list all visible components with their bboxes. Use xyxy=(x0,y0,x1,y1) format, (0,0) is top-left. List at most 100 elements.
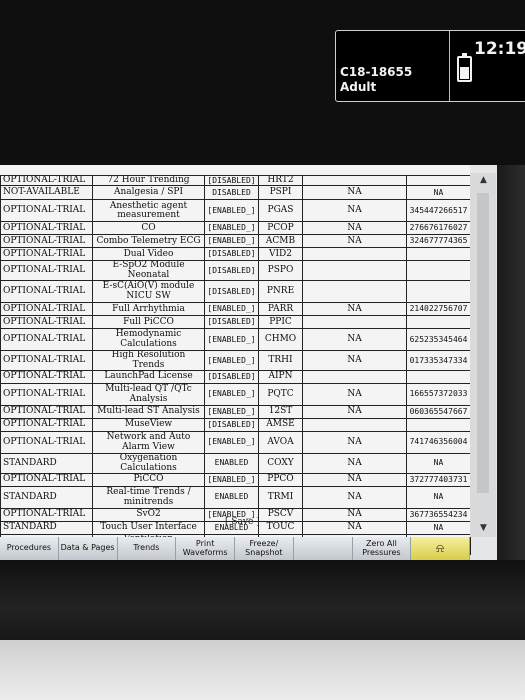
status-cell: OPTIONAL-TRIAL xyxy=(0,315,93,330)
feature-cell: Touch User Interface xyxy=(92,521,205,536)
value1-cell xyxy=(302,174,407,187)
code-cell: PPIC xyxy=(258,315,303,330)
value1-cell xyxy=(302,247,407,262)
value1-cell: NA xyxy=(302,185,407,201)
status-cell: OPTIONAL-TRIAL xyxy=(0,260,93,282)
code-cell: AMSE xyxy=(258,418,303,433)
value1-cell xyxy=(302,418,407,433)
table-row: OPTIONAL-TRIAL Combo Telemetry ECG [ENABLE… xyxy=(0,234,471,249)
value2-cell: NA xyxy=(406,521,471,536)
trends-button[interactable]: Trends xyxy=(117,537,177,560)
state-cell: [DISABLED] xyxy=(204,174,259,187)
freeze-snapshot-button[interactable]: Freeze/ Snapshot xyxy=(235,537,294,560)
value2-cell: 372777403731 xyxy=(406,473,471,488)
value2-cell: 345447266517 xyxy=(406,199,471,223)
print-waveforms-button[interactable]: Print Waveforms xyxy=(176,537,235,560)
feature-cell: Oxygenation Calculations xyxy=(92,453,205,475)
status-cell: OPTIONAL-TRIAL xyxy=(0,405,93,420)
state-cell: [ENABLED_] xyxy=(204,405,259,420)
value1-cell xyxy=(302,280,407,304)
alarm-button[interactable]: ⍾ xyxy=(411,537,470,560)
state-cell: [DISABLED] xyxy=(204,315,259,330)
state-cell: DISABLED xyxy=(204,185,259,201)
feature-cell: E-sC(AiO(V) module NICU SW xyxy=(92,280,205,304)
feature-cell: Full PiCCO xyxy=(92,315,205,330)
value2-cell: 060365547667 xyxy=(406,405,471,420)
code-cell: AIPN xyxy=(258,370,303,385)
status-cell: OPTIONAL-TRIAL xyxy=(0,350,93,372)
table-row: STANDARD Real-time Trends / minitrends ENA… xyxy=(0,486,471,510)
feature-cell: LaunchPad License xyxy=(92,370,205,385)
value2-cell xyxy=(406,280,471,304)
feature-cell: Anesthetic agent measurement xyxy=(92,199,205,223)
state-cell: ENABLED xyxy=(204,486,259,510)
state-cell: [DISABLED] xyxy=(204,280,259,304)
scroll-down-icon[interactable]: ▼ xyxy=(480,523,487,533)
state-cell: [ENABLED_] xyxy=(204,302,259,317)
value2-cell: 017335347334 xyxy=(406,350,471,372)
state-cell: [ENABLED_] xyxy=(204,221,259,236)
save-button[interactable]: [ Save ] xyxy=(225,517,260,527)
value1-cell: NA xyxy=(302,328,407,352)
value1-cell: NA xyxy=(302,486,407,510)
value2-cell: 741746356004 xyxy=(406,431,471,455)
table-row: OPTIONAL-TRIAL PiCCO [ENABLED_] PPCO NA 37277… xyxy=(0,473,471,488)
value1-cell xyxy=(302,370,407,385)
value2-cell: 166557372033 xyxy=(406,383,471,407)
code-cell: PARR xyxy=(258,302,303,317)
value1-cell: NA xyxy=(302,302,407,317)
monitor-lower-bezel xyxy=(0,560,525,640)
feature-cell: Multi-lead ST Analysis xyxy=(92,405,205,420)
status-cell: STANDARD xyxy=(0,453,93,475)
procedures-button[interactable]: Procedures xyxy=(0,537,59,560)
patient-category: Adult xyxy=(340,80,377,94)
toolbar-blank-5-button[interactable] xyxy=(293,537,353,560)
value2-cell xyxy=(406,247,471,262)
state-cell: [DISABLED] xyxy=(204,247,259,262)
state-cell: [ENABLED_] xyxy=(204,431,259,455)
value1-cell: NA xyxy=(302,473,407,488)
data-pages-button[interactable]: Data & Pages xyxy=(58,537,118,560)
feature-cell: High Resolution Trends xyxy=(92,350,205,372)
value2-cell xyxy=(406,418,471,433)
feature-cell: E-SpO2 Module Neonatal xyxy=(92,260,205,282)
code-cell: PGAS xyxy=(258,199,303,223)
feature-cell: Full Arrhythmia xyxy=(92,302,205,317)
state-cell: ENABLED xyxy=(204,453,259,475)
status-cell: OPTIONAL-TRIAL xyxy=(0,473,93,488)
value2-cell: NA xyxy=(406,453,471,475)
value1-cell: NA xyxy=(302,383,407,407)
license-table: OPTIONAL-TRIAL 72 Hour Trending [DISABLED]… xyxy=(0,174,471,555)
table-row: OPTIONAL-TRIAL Anesthetic agent measureme… xyxy=(0,199,471,223)
feature-cell: PiCCO xyxy=(92,473,205,488)
scrollbar-thumb[interactable] xyxy=(477,193,489,493)
status-cell: STANDARD xyxy=(0,486,93,510)
table-row: OPTIONAL-TRIAL Network and Auto Alarm Vie… xyxy=(0,431,471,455)
status-cell: OPTIONAL-TRIAL xyxy=(0,431,93,455)
bottom-toolbar: Procedures Data & Pages Trends Print Wavefo… xyxy=(0,537,470,560)
value2-cell xyxy=(406,315,471,330)
feature-cell: MuseView xyxy=(92,418,205,433)
feature-cell: Multi-lead QT /QTc Analysis xyxy=(92,383,205,407)
table-row: OPTIONAL-TRIAL E-sC(AiO(V) module NICU SW… xyxy=(0,280,471,304)
value1-cell: NA xyxy=(302,199,407,223)
state-cell: [DISABLED] xyxy=(204,370,259,385)
scroll-up-icon[interactable]: ▲ xyxy=(480,175,487,185)
status-divider xyxy=(449,31,450,101)
table-row: OPTIONAL-TRIAL Multi-lead ST Analysis [ENA… xyxy=(0,405,471,420)
value1-cell: NA xyxy=(302,431,407,455)
value2-cell: 625235345464 xyxy=(406,328,471,352)
state-cell: [ENABLED_] xyxy=(204,383,259,407)
code-cell: PNRE xyxy=(258,280,303,304)
status-cell: OPTIONAL-TRIAL xyxy=(0,508,93,523)
code-cell: TRMI xyxy=(258,486,303,510)
state-cell: [DISABLED] xyxy=(204,418,259,433)
scrollbar[interactable] xyxy=(470,173,496,537)
value2-cell: 214022756707 xyxy=(406,302,471,317)
feature-cell: Analgesia / SPI xyxy=(92,185,205,201)
code-cell: AVOA xyxy=(258,431,303,455)
table-row: OPTIONAL-TRIAL 72 Hour Trending [DISABLED]… xyxy=(0,174,471,187)
value1-cell xyxy=(302,315,407,330)
zero-all-pressures-button[interactable]: Zero All Pressures xyxy=(352,537,412,560)
feature-cell: CO xyxy=(92,221,205,236)
